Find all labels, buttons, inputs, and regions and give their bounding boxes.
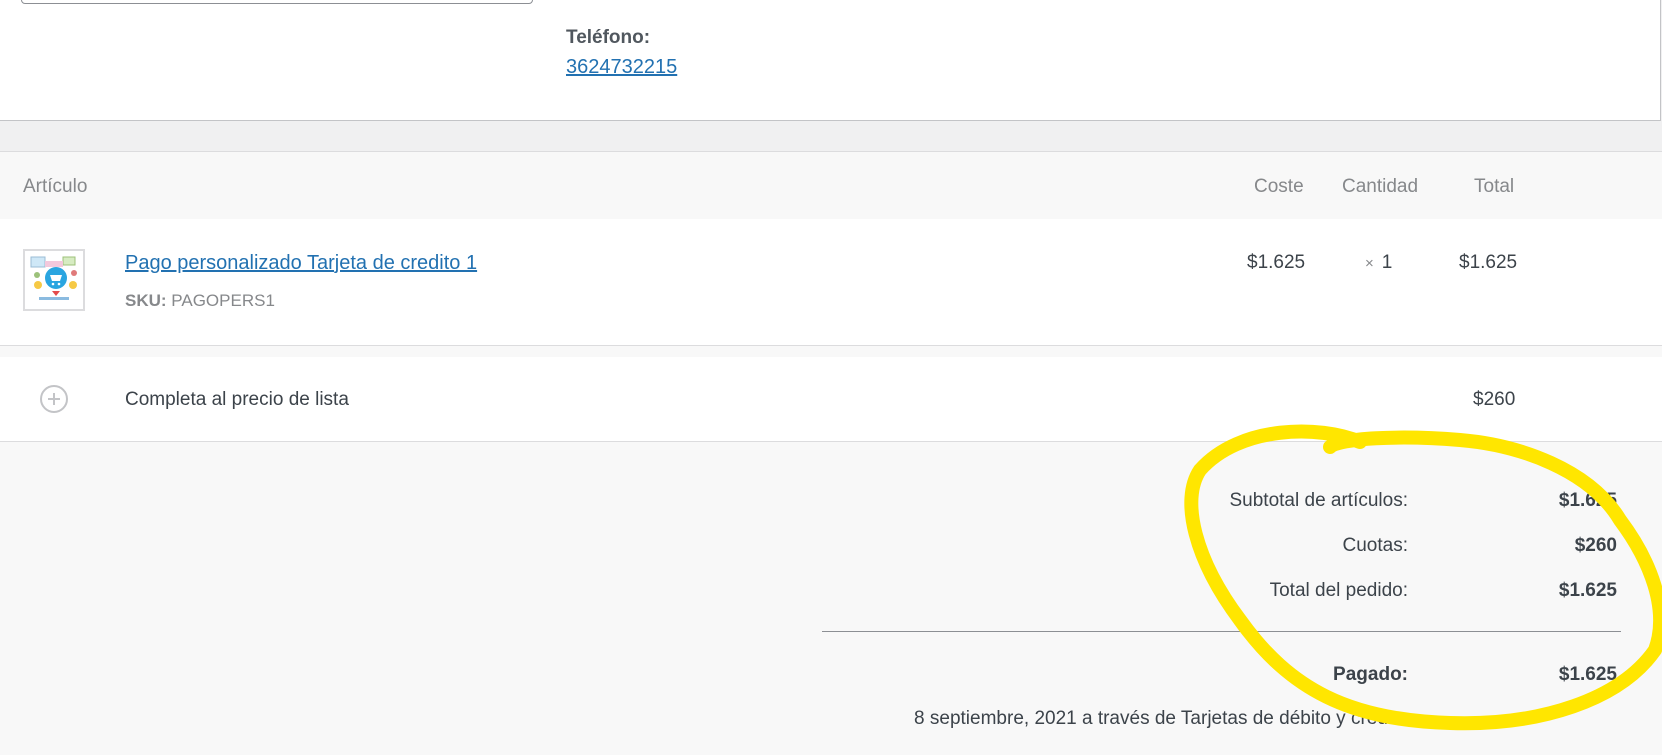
paid-label: Pagado: xyxy=(1333,664,1408,685)
subtotal-value: $1.625 xyxy=(1558,490,1617,511)
fee-row: Completa al precio de lista $260 xyxy=(0,357,1662,442)
fee-name: Completa al precio de lista xyxy=(125,389,349,410)
shopping-cart-image xyxy=(30,256,77,300)
item-quantity: × 1 xyxy=(1365,252,1392,274)
order-items-panel: Artículo Coste Cantidad Total Pago perso… xyxy=(0,151,1662,755)
column-header-cost[interactable]: Coste xyxy=(1254,176,1304,198)
phone-link[interactable]: 3624732215 xyxy=(566,56,677,79)
totals-divider xyxy=(822,631,1621,632)
quantity-value: 1 xyxy=(1381,252,1393,273)
paid-value: $1.625 xyxy=(1558,664,1617,685)
plus-circle-icon xyxy=(40,385,68,413)
line-item-row: Pago personalizado Tarjeta de credito 1 … xyxy=(0,219,1662,346)
sku-value: PAGOPERS1 xyxy=(171,291,275,310)
subtotal-label: Subtotal de artículos: xyxy=(1229,490,1409,511)
column-header-quantity[interactable]: Cantidad xyxy=(1342,176,1418,198)
payment-note: 8 septiembre, 2021 a través de Tarjetas … xyxy=(914,708,1408,729)
fee-total: $260 xyxy=(1473,389,1516,410)
customer-details-panel: Teléfono: 3624732215 xyxy=(0,0,1661,121)
times-icon: × xyxy=(1365,255,1374,272)
phone-label: Teléfono: xyxy=(566,27,651,48)
order-total-value: $1.625 xyxy=(1558,580,1617,601)
sku-label: SKU: xyxy=(125,291,167,310)
fees-label: Cuotas: xyxy=(1342,535,1408,556)
item-total: $1.625 xyxy=(1459,252,1518,273)
item-cost: $1.625 xyxy=(1247,252,1306,273)
order-total-label: Total del pedido: xyxy=(1269,580,1408,601)
product-thumbnail xyxy=(23,249,85,311)
column-header-total[interactable]: Total xyxy=(1474,176,1514,198)
column-header-article[interactable]: Artículo xyxy=(23,176,87,198)
fees-value: $260 xyxy=(1574,535,1617,556)
product-link[interactable]: Pago personalizado Tarjeta de credito 1 xyxy=(125,252,477,275)
sku-line: SKU: PAGOPERS1 xyxy=(125,291,275,311)
address-field-edge[interactable] xyxy=(21,0,533,4)
